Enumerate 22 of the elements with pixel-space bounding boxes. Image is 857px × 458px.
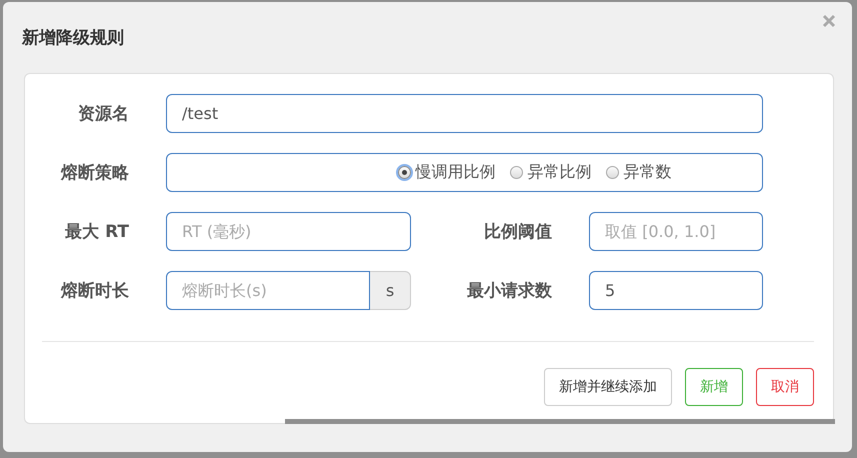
unit-addon: s bbox=[370, 271, 411, 310]
radio-label[interactable]: 异常数 bbox=[624, 162, 672, 183]
input-field[interactable]: RT (毫秒) bbox=[166, 212, 411, 251]
input-field[interactable]: 5 bbox=[589, 271, 763, 310]
field-label: 资源名 bbox=[77, 103, 129, 125]
dialog-button[interactable]: 取消 bbox=[756, 368, 814, 406]
radio-button[interactable] bbox=[398, 166, 410, 179]
field-label: 最小请求数 bbox=[466, 280, 552, 302]
close-icon[interactable] bbox=[822, 14, 836, 28]
field-label: 比例阈值 bbox=[483, 221, 552, 243]
radio-button[interactable] bbox=[510, 166, 522, 179]
field-label: 最大 RT bbox=[64, 221, 129, 243]
radio-label[interactable]: 慢调用比例 bbox=[416, 162, 496, 183]
radio-button[interactable] bbox=[606, 166, 618, 179]
dialog-button[interactable]: 新增并继续添加 bbox=[544, 368, 672, 406]
dialog-title: 新增降级规则 bbox=[22, 27, 124, 49]
input-field[interactable]: 取值 [0.0, 1.0] bbox=[589, 212, 763, 251]
radio-label[interactable]: 异常比例 bbox=[528, 162, 592, 183]
field-label: 熔断策略 bbox=[60, 162, 129, 184]
input-field[interactable]: /test bbox=[166, 94, 763, 133]
field-label: 熔断时长 bbox=[60, 280, 129, 302]
input-field[interactable]: 熔断时长(s) bbox=[166, 271, 370, 310]
